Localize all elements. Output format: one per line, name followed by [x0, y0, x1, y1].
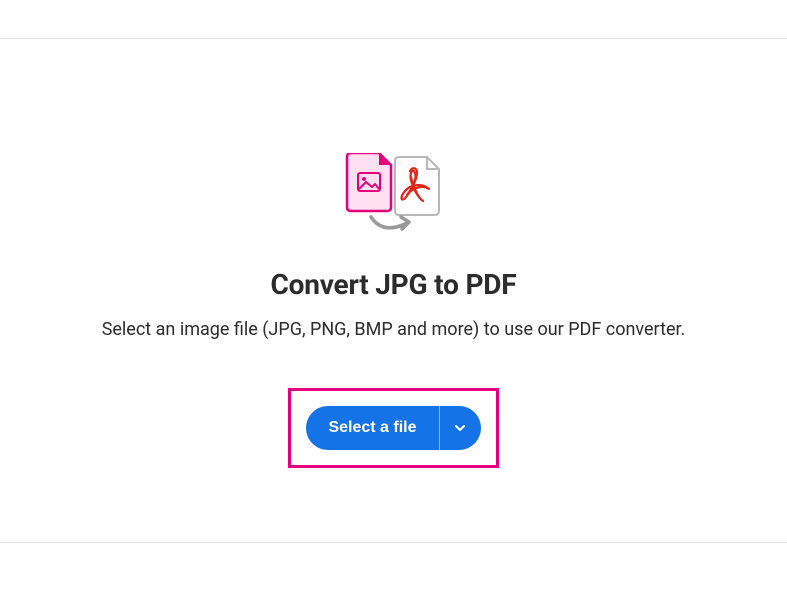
- select-file-button-group: Select a file: [306, 406, 480, 450]
- page-subtitle: Select an image file (JPG, PNG, BMP and …: [102, 319, 686, 340]
- chevron-down-icon: [453, 421, 467, 435]
- select-file-dropdown[interactable]: [439, 406, 481, 450]
- main-content: Convert JPG to PDF Select an image file …: [0, 38, 787, 468]
- bottom-divider: [0, 542, 787, 543]
- conversion-illustration: [339, 153, 449, 238]
- page-title: Convert JPG to PDF: [271, 268, 517, 301]
- select-file-button[interactable]: Select a file: [306, 406, 438, 450]
- button-highlight: Select a file: [288, 388, 498, 468]
